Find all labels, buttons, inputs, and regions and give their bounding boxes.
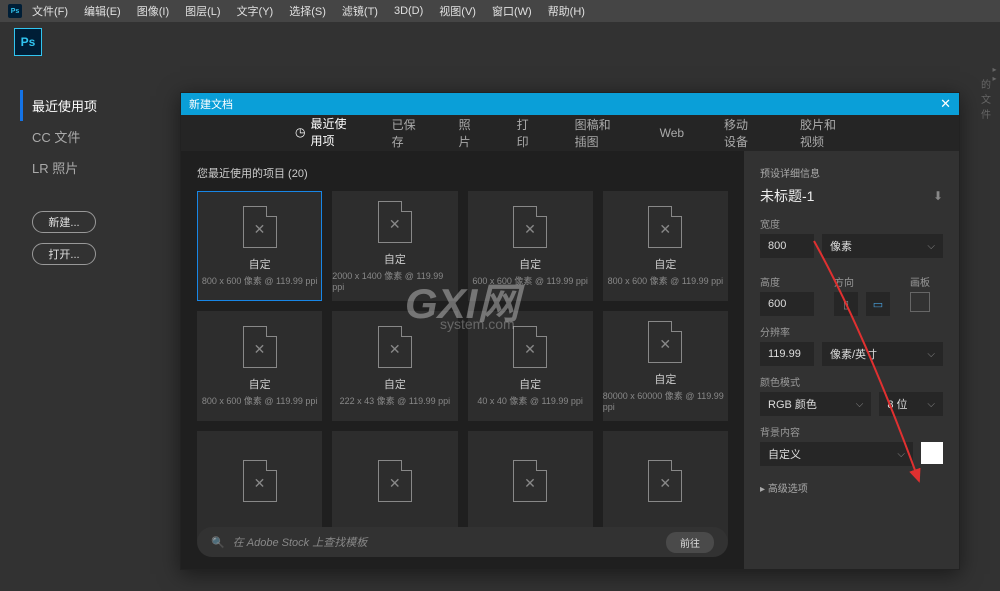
preset-card[interactable]: 自定 800 x 600 像素 @ 119.99 ppi xyxy=(603,191,728,301)
orientation-landscape-icon[interactable]: ▭ xyxy=(866,292,890,316)
menu-3d[interactable]: 3D(D) xyxy=(388,5,429,17)
preset-name: 自定 xyxy=(249,256,271,272)
new-button[interactable]: 新建... xyxy=(32,211,96,233)
menu-file[interactable]: 文件(F) xyxy=(26,3,74,19)
document-icon xyxy=(378,201,412,243)
right-panel-label: 的文件 xyxy=(981,64,999,121)
resolution-label: 分辨率 xyxy=(760,324,943,339)
preset-card[interactable] xyxy=(603,431,728,541)
width-input[interactable]: 800 xyxy=(760,234,814,258)
preset-card[interactable]: 自定 800 x 600 像素 @ 119.99 ppi xyxy=(197,191,322,301)
orientation-label: 方向 xyxy=(834,274,890,289)
dialog-title: 新建文档 xyxy=(189,96,233,112)
adobe-stock-search: 在 Adobe Stock 上查找模板 前往 xyxy=(197,527,728,557)
height-input[interactable]: 600 xyxy=(760,292,814,316)
tab-web[interactable]: Web xyxy=(656,116,688,150)
sidebar-item-lr-photos[interactable]: LR 照片 xyxy=(20,152,160,183)
preset-name: 自定 xyxy=(519,256,541,272)
search-icon xyxy=(211,536,225,549)
preset-size: 40 x 40 像素 @ 119.99 ppi xyxy=(477,394,583,407)
document-icon xyxy=(648,460,682,502)
doc-title-input[interactable]: 未标题-1 xyxy=(760,186,814,206)
preset-card[interactable] xyxy=(332,431,457,541)
preset-name: 自定 xyxy=(519,376,541,392)
menu-select[interactable]: 选择(S) xyxy=(283,3,332,19)
new-document-dialog: 新建文档 ✕ 最近使用项 已保存 照片 打印 图稿和插图 Web 移动设备 胶片… xyxy=(180,92,960,570)
document-icon xyxy=(243,460,277,502)
start-sidebar: 最近使用项 CC 文件 LR 照片 新建... 打开... xyxy=(0,62,180,293)
app-logo-small: Ps xyxy=(8,4,22,18)
details-heading: 预设详细信息 xyxy=(760,165,943,180)
preset-card[interactable] xyxy=(197,431,322,541)
resolution-input[interactable]: 119.99 xyxy=(760,342,814,366)
artboard-label: 画板 xyxy=(910,274,930,289)
preset-card[interactable]: 自定 80000 x 60000 像素 @ 119.99 ppi xyxy=(603,311,728,421)
background-swatch[interactable] xyxy=(921,442,943,464)
save-preset-icon[interactable]: ⬇ xyxy=(933,189,943,203)
open-button[interactable]: 打开... xyxy=(32,243,96,265)
document-icon xyxy=(243,206,277,248)
document-icon xyxy=(378,326,412,368)
preset-name: 自定 xyxy=(249,376,271,392)
width-label: 宽度 xyxy=(760,216,943,231)
preset-card[interactable] xyxy=(468,431,593,541)
preset-size: 80000 x 60000 像素 @ 119.99 ppi xyxy=(603,389,728,412)
document-icon xyxy=(513,326,547,368)
recent-heading: 您最近使用的项目 (20) xyxy=(197,165,728,181)
menu-filter[interactable]: 滤镜(T) xyxy=(336,3,384,19)
preset-card[interactable]: 自定 2000 x 1400 像素 @ 119.99 ppi xyxy=(332,191,457,301)
advanced-options-toggle[interactable]: 高级选项 xyxy=(760,480,943,495)
preset-size: 2000 x 1400 像素 @ 119.99 ppi xyxy=(332,269,457,292)
menu-image[interactable]: 图像(I) xyxy=(131,3,175,19)
document-icon xyxy=(513,460,547,502)
preset-card[interactable]: 自定 800 x 600 像素 @ 119.99 ppi xyxy=(197,311,322,421)
preset-name: 自定 xyxy=(654,371,676,387)
document-icon xyxy=(648,206,682,248)
preset-size: 800 x 600 像素 @ 119.99 ppi xyxy=(202,394,318,407)
color-depth-select[interactable]: 8 位 xyxy=(879,392,943,416)
app-logo: Ps xyxy=(14,28,42,56)
panel-collapse-icons[interactable]: 的文件 xyxy=(982,64,998,121)
menu-type[interactable]: 文字(Y) xyxy=(231,3,280,19)
menubar: Ps 文件(F) 编辑(E) 图像(I) 图层(L) 文字(Y) 选择(S) 滤… xyxy=(0,0,1000,22)
preset-size: 800 x 600 像素 @ 119.99 ppi xyxy=(608,274,724,287)
width-unit-select[interactable]: 像素 xyxy=(822,234,943,258)
preset-details-panel: 预设详细信息 未标题-1 ⬇ 宽度 800 像素 高度 600 方向 ▯ xyxy=(744,151,959,569)
document-icon xyxy=(648,321,682,363)
preset-name: 自定 xyxy=(384,251,406,267)
document-icon xyxy=(243,326,277,368)
preset-card[interactable]: 自定 40 x 40 像素 @ 119.99 ppi xyxy=(468,311,593,421)
preset-list: 您最近使用的项目 (20) 自定 800 x 600 像素 @ 119.99 pp… xyxy=(181,151,744,569)
preset-card[interactable]: 自定 222 x 43 像素 @ 119.99 ppi xyxy=(332,311,457,421)
stock-go-button[interactable]: 前往 xyxy=(666,532,714,553)
sidebar-item-recent[interactable]: 最近使用项 xyxy=(20,90,160,121)
color-mode-label: 颜色模式 xyxy=(760,374,943,389)
close-icon[interactable]: ✕ xyxy=(940,96,951,112)
document-icon xyxy=(513,206,547,248)
preset-size: 800 x 600 像素 @ 119.99 ppi xyxy=(202,274,318,287)
menu-help[interactable]: 帮助(H) xyxy=(542,3,591,19)
toolbar: Ps xyxy=(0,22,1000,62)
sidebar-item-cc-files[interactable]: CC 文件 xyxy=(20,121,160,152)
clock-icon xyxy=(295,125,305,139)
preset-size: 222 x 43 像素 @ 119.99 ppi xyxy=(340,394,451,407)
background-select[interactable]: 自定义 xyxy=(760,442,913,466)
color-mode-select[interactable]: RGB 颜色 xyxy=(760,392,871,416)
height-label: 高度 xyxy=(760,274,814,289)
menu-window[interactable]: 窗口(W) xyxy=(486,3,538,19)
preset-name: 自定 xyxy=(654,256,676,272)
orientation-portrait-icon[interactable]: ▯ xyxy=(834,292,858,316)
artboard-checkbox[interactable] xyxy=(910,292,930,312)
preset-name: 自定 xyxy=(384,376,406,392)
preset-size: 600 x 600 像素 @ 119.99 ppi xyxy=(472,274,588,287)
menu-edit[interactable]: 编辑(E) xyxy=(78,3,127,19)
preset-card[interactable]: 自定 600 x 600 像素 @ 119.99 ppi xyxy=(468,191,593,301)
menu-layer[interactable]: 图层(L) xyxy=(179,3,226,19)
dialog-tabs: 最近使用项 已保存 照片 打印 图稿和插图 Web 移动设备 胶片和视频 xyxy=(181,115,959,151)
resolution-unit-select[interactable]: 像素/英寸 xyxy=(822,342,943,366)
stock-search-input[interactable]: 在 Adobe Stock 上查找模板 xyxy=(233,534,658,550)
document-icon xyxy=(378,460,412,502)
menu-view[interactable]: 视图(V) xyxy=(433,3,482,19)
background-label: 背景内容 xyxy=(760,424,943,439)
